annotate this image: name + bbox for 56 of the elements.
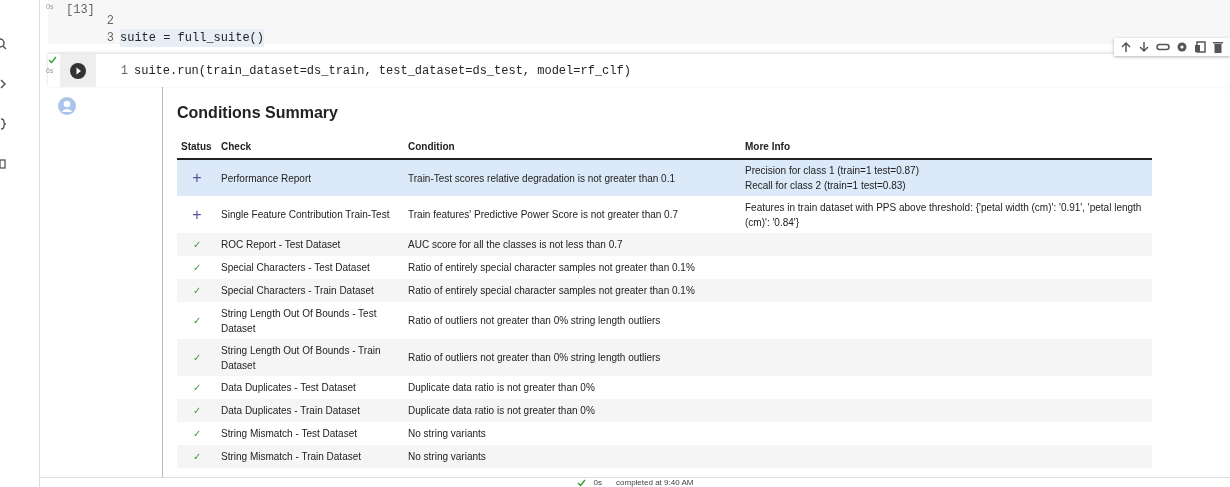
table-cell: String Mismatch - Train Dataset (221, 451, 362, 462)
status-time: 0s (593, 478, 603, 487)
play-icon (70, 62, 86, 79)
section-title: Conditions Summary (177, 103, 339, 123)
table-cell: Train-Test scores relative degradation is not greater than 0.1 (408, 172, 675, 184)
arrow-down-icon[interactable] (1138, 41, 1150, 53)
table-cell: Data Duplicates - Train Dataset (221, 405, 360, 416)
table-cell-text: Features in train dataset with PPS above threshold: {'petal width (cm)': '0.91', 'petal length (cm)': '0.84'} (745, 200, 1143, 230)
expand-icon[interactable]: + (192, 205, 202, 223)
pass-check-icon: ✓ (193, 315, 201, 326)
table-cell: String Mismatch - Test Dataset (221, 428, 357, 439)
table-cell: No string variants (408, 428, 486, 439)
table-cell: Train features' Predictive Power Score is not greater than 0.7 (408, 209, 678, 220)
table-cell: Special Characters - Test Dataset (221, 262, 370, 273)
settings-icon[interactable] (1176, 41, 1188, 53)
table-cell: ROC Report - Test Dataset (221, 239, 341, 250)
table-cell: Data Duplicates - Test Dataset (221, 382, 356, 393)
user-avatar-icon (58, 96, 76, 115)
table-cell: Ratio of outliers not greater than 0% string length outliers (408, 315, 661, 326)
table-cell-text: Recall for class 2 (train=1 test=0.83) (745, 179, 907, 193)
arrow-up-icon[interactable] (1120, 41, 1132, 53)
table-cell: Ratio of entirely special character samples not greater than 0.1% (408, 285, 695, 296)
table-cell: String Length Out Of Bounds - Train Dataset (221, 344, 381, 371)
expand-icon[interactable]: + (192, 169, 202, 186)
line-number: 2 (105, 12, 114, 30)
table-cell: AUC score for all the classes is not less than 0.7 (408, 239, 623, 250)
status-text: completed at 9:40 AM (616, 478, 694, 487)
table-cell: Ratio of outliers not greater than 0% string length outliers (408, 352, 661, 363)
line-number: 3 (105, 29, 114, 47)
table-cell: Duplicate data ratio is not greater than 0% (408, 382, 595, 393)
table-cell: String Length Out Of Bounds - Test Dataset (221, 307, 377, 334)
table-cell: Ratio of entirely special character samples not greater than 0.1% (408, 262, 695, 273)
pass-check-icon: ✓ (193, 428, 201, 439)
pass-check-icon: ✓ (193, 405, 201, 416)
pass-check-icon: ✓ (193, 262, 201, 273)
table-cell: Duplicate data ratio is not greater than 0% (408, 405, 595, 416)
run-button[interactable] (60, 54, 96, 87)
pass-check-icon: ✓ (193, 285, 201, 296)
check-icon (576, 478, 586, 487)
execution-count: [13] (66, 2, 95, 19)
brace-icon[interactable] (0, 118, 7, 130)
pass-check-icon: ✓ (193, 451, 201, 462)
table-cell: Single Feature Contribution Train-Test (221, 209, 390, 220)
search-icon[interactable] (0, 38, 7, 50)
pass-check-icon: ✓ (193, 352, 201, 363)
line-number: 1 (119, 62, 128, 80)
pass-check-icon: ✓ (193, 382, 201, 393)
table-cell: Performance Report (221, 172, 312, 184)
code-icon[interactable] (0, 78, 7, 90)
pass-check-icon: ✓ (193, 239, 201, 250)
table-cell: No string variants (408, 451, 486, 462)
copy-icon[interactable] (1194, 41, 1206, 53)
table-cell-text: Precision for class 1 (train=1 test=0.87) (745, 164, 920, 178)
trash-icon[interactable] (1212, 41, 1224, 53)
code-line: suite.run(train_dataset=ds_train, test_dataset=ds_test, model=rf_clf) (134, 62, 631, 80)
table-cell: Special Characters - Train Dataset (221, 285, 374, 296)
